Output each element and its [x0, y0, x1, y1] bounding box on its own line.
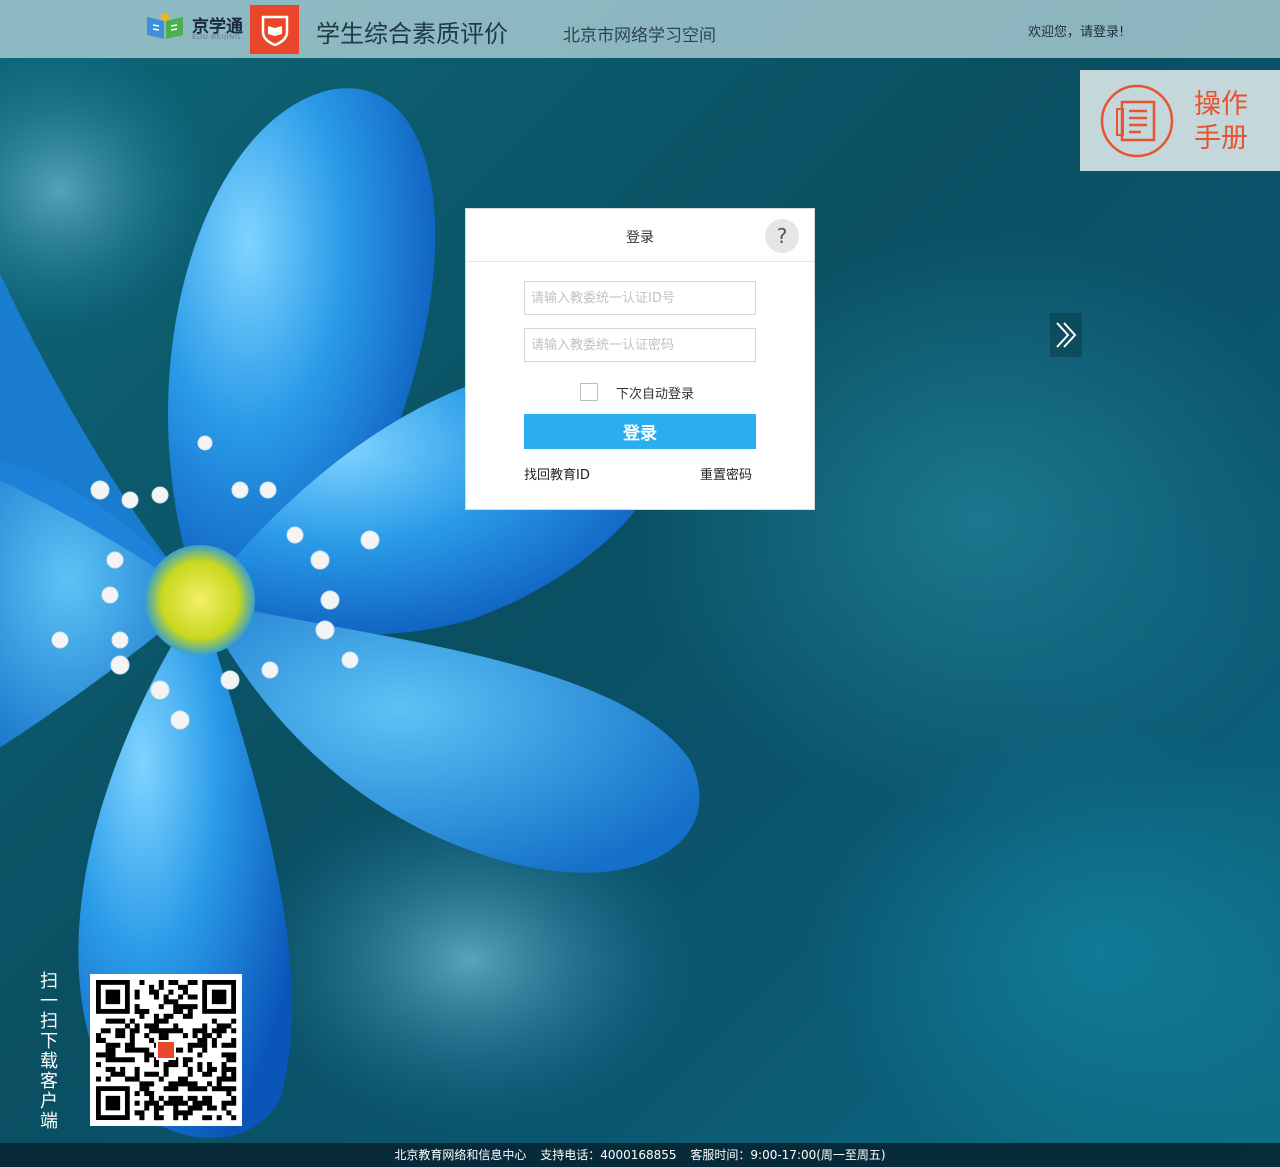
evaluation-logo — [250, 5, 299, 54]
remember-login-row: 下次自动登录 — [580, 382, 694, 402]
site-subtitle: 北京市网络学习空间 — [563, 26, 716, 46]
remember-login-label[interactable]: 下次自动登录 — [616, 383, 694, 402]
footer-org: 北京教育网络和信息中心 — [394, 1148, 527, 1162]
qr-code-image — [90, 974, 242, 1126]
help-button[interactable]: ? — [765, 219, 799, 253]
download-qr-code — [90, 974, 242, 1126]
manual-button[interactable]: 操作手册 — [1080, 70, 1280, 171]
qr-caption: 扫一扫下载客户端 — [40, 971, 58, 1132]
question-mark-icon: ? — [776, 224, 788, 248]
open-book-logo-icon — [147, 13, 183, 39]
reset-password-link[interactable]: 重置密码 — [700, 464, 752, 483]
login-title: 登录 — [626, 230, 654, 246]
shield-book-icon — [261, 15, 288, 46]
remember-login-checkbox[interactable] — [580, 383, 598, 401]
login-panel: 登录 ? 下次自动登录 登录 找回教育ID 重置密码 — [465, 208, 815, 510]
manual-document-icon — [1100, 84, 1174, 158]
top-header: 京学通 EDU BEIJING 学生综合素质评价 北京市网络学习空间 欢迎您，请… — [0, 0, 1280, 58]
footer-hours: 客服时间：9:00-17:00(周一至周五) — [690, 1148, 886, 1162]
next-slide-button[interactable] — [1050, 313, 1082, 357]
site-title: 学生综合素质评价 — [316, 20, 508, 48]
double-chevron-right-icon — [1056, 322, 1077, 348]
welcome-text: 欢迎您，请登录! — [1028, 25, 1125, 40]
login-button[interactable]: 登录 — [524, 414, 756, 449]
education-id-input[interactable] — [524, 281, 756, 315]
footer: 北京教育网络和信息中心 支持电话：4000168855 客服时间：9:00-17… — [0, 1143, 1280, 1167]
brand-subtitle: EDU BEIJING — [192, 33, 241, 41]
login-header: 登录 ? — [466, 209, 814, 262]
footer-phone: 支持电话：4000168855 — [540, 1148, 677, 1162]
password-input[interactable] — [524, 328, 756, 362]
manual-label: 操作手册 — [1194, 89, 1248, 154]
find-education-id-link[interactable]: 找回教育ID — [524, 464, 590, 483]
